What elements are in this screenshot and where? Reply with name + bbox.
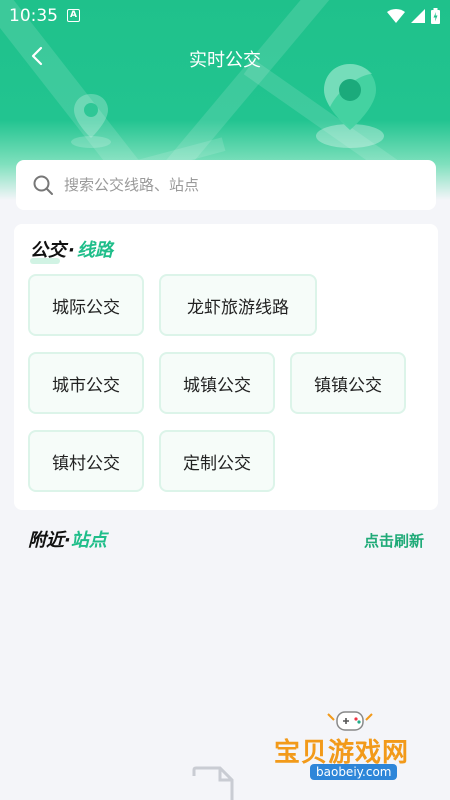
wifi-icon <box>387 9 405 23</box>
map-pin-icon <box>316 64 384 148</box>
routes-title-dot: · <box>68 240 75 261</box>
nearby-title-part1: 附近 <box>28 530 64 551</box>
routes-section-title: 公交 · 线路 <box>30 236 113 262</box>
nearby-section-title: 附近·站点 <box>28 526 107 552</box>
signal-icon <box>411 9 425 23</box>
route-chip-intercity[interactable]: 城际公交 <box>28 274 144 336</box>
nearby-title-dot: · <box>64 530 71 551</box>
search-icon <box>33 175 53 195</box>
route-chip-city[interactable]: 城市公交 <box>28 352 144 414</box>
search-input[interactable] <box>64 176 436 194</box>
search-bar[interactable] <box>16 160 436 210</box>
status-time: 10:35 <box>9 6 58 26</box>
routes-title-part2: 线路 <box>76 240 113 261</box>
routes-card: 公交 · 线路 城际公交 龙虾旅游线路 城市公交 城镇公交 镇镇公交 镇村公交 定制… <box>14 224 438 510</box>
map-pin-icon <box>71 94 111 148</box>
battery-icon <box>431 8 440 24</box>
route-chip-lobster-tour[interactable]: 龙虾旅游线路 <box>159 274 317 336</box>
refresh-button[interactable]: 点击刷新 <box>364 530 424 551</box>
route-chip-town-to-town[interactable]: 镇镇公交 <box>290 352 406 414</box>
nearby-title-part2: 站点 <box>70 530 107 551</box>
notification-a-icon: A <box>67 9 80 22</box>
watermark-logo: 宝贝游戏网 baobeiy.com <box>270 706 430 786</box>
empty-state-document-icon <box>192 766 234 800</box>
route-chip-town-village[interactable]: 镇村公交 <box>28 430 144 492</box>
watermark-url: baobeiy.com <box>310 764 398 780</box>
route-chip-custom[interactable]: 定制公交 <box>159 430 275 492</box>
status-bar: 10:35 A <box>0 0 450 32</box>
route-chip-town[interactable]: 城镇公交 <box>159 352 275 414</box>
routes-title-part1: 公交 <box>30 240 66 261</box>
page-title: 实时公交 <box>189 50 261 71</box>
